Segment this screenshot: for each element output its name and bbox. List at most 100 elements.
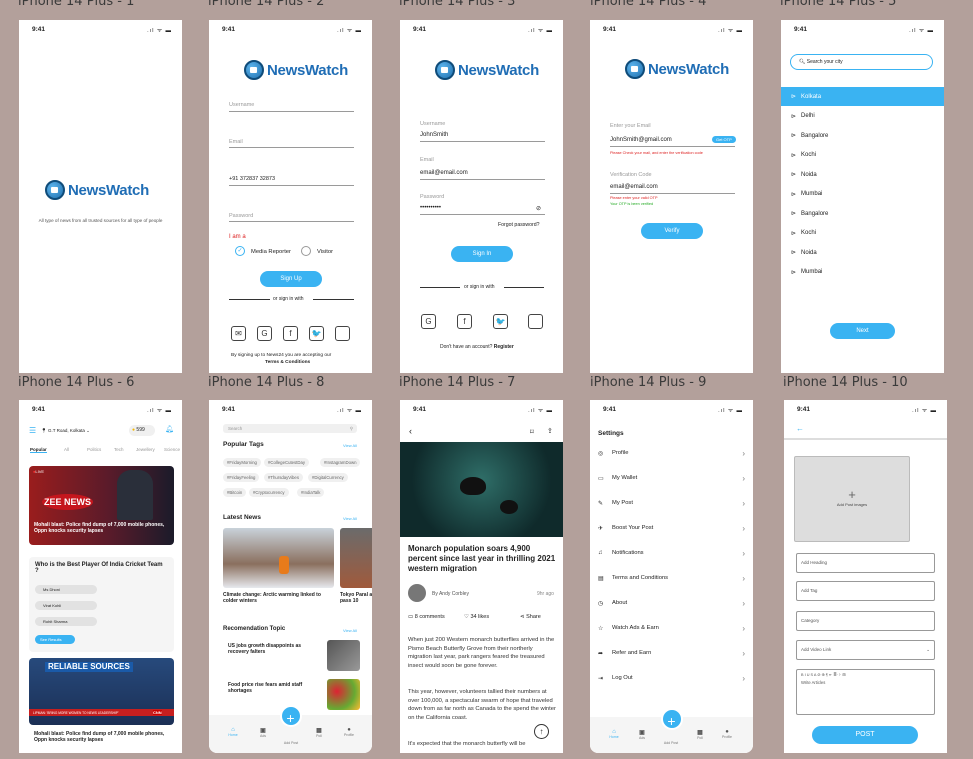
headline-card[interactable]: ●LIVE ZEE NEWS Mohali blast: Police find… — [29, 466, 174, 545]
city-search-input[interactable]: 🔍︎ Search your city — [790, 54, 933, 70]
settings-item[interactable]: ☆ Watch Ads & Earn › — [598, 622, 745, 634]
author-avatar[interactable] — [408, 584, 426, 602]
city-item[interactable]: ⊳ Kolkata — [781, 87, 944, 106]
nav-poll[interactable]: ▦ Poll — [309, 727, 329, 738]
like-button[interactable]: ♡ 34 likes — [464, 614, 489, 620]
rec-item-2-title[interactable]: Food price rise fears amid staff shortag… — [228, 682, 316, 694]
search-input[interactable]: Search ⚲ — [223, 424, 357, 433]
city-item[interactable]: ⊳ Mumbai — [781, 263, 944, 282]
nav-profile[interactable]: ● Profile — [339, 727, 359, 737]
tag-chip[interactable]: #DigitalCurrency — [308, 473, 348, 482]
tab-tech[interactable]: Tech — [114, 447, 124, 452]
apple-icon[interactable] — [335, 326, 350, 341]
city-item[interactable]: ⊳ Kochi — [781, 224, 944, 243]
back-arrow-icon[interactable]: ← — [796, 424, 804, 433]
nav-profile[interactable]: ● Profile — [717, 729, 737, 739]
code-input[interactable]: email@email.com — [610, 184, 658, 190]
latest-news-title-2[interactable]: Tokyo Paral and pass 10 — [340, 592, 372, 604]
tab-jewellery[interactable]: Jewellery — [136, 447, 155, 452]
article-author[interactable]: By Andy Corbley — [432, 591, 469, 597]
settings-item[interactable]: ▤ Terms and Conditions › — [598, 572, 745, 584]
poll-option-3[interactable]: Rohit Sharma — [35, 617, 97, 626]
tag-chip[interactable]: #Bitcoin — [223, 488, 247, 497]
phone-field[interactable]: +91 372837 32873 — [229, 176, 275, 182]
settings-item[interactable]: ✎ My Post › — [598, 497, 745, 509]
tag-chip[interactable]: #InstagramDown — [320, 458, 361, 467]
see-results-button[interactable]: See Results — [35, 635, 75, 644]
username-field[interactable]: Username — [229, 102, 254, 108]
city-item[interactable]: ⊳ Bangalore — [781, 204, 944, 223]
editor-toolbar[interactable]: B I U S A ⊘ ⊕ ¶ ≡· ≣· ⁝· ⊞ — [801, 672, 846, 677]
settings-item[interactable]: ▭ My Wallet › — [598, 472, 745, 484]
share-button[interactable]: ⋖ Share — [520, 614, 541, 620]
tab-science[interactable]: Science — [164, 447, 180, 452]
settings-item[interactable]: ♫ Notifications › — [598, 547, 745, 559]
tag-chip[interactable]: #CollegeCutestDay — [264, 458, 310, 467]
rec-item-1-title[interactable]: US jobs growth disappoints as recovery f… — [228, 643, 316, 655]
facebook-icon[interactable]: f — [457, 314, 472, 329]
poll-option-2[interactable]: Virat Kohli — [35, 601, 97, 610]
latest-news-image-1[interactable] — [223, 528, 334, 588]
settings-item[interactable]: ◎ Profile › — [598, 447, 745, 459]
tag-chip[interactable]: #ThursdayVibes — [264, 473, 303, 482]
email-field[interactable]: Email — [229, 139, 243, 145]
nav-ads[interactable]: ▣ Ads — [632, 729, 652, 740]
view-all-latest-link[interactable]: View All — [343, 516, 357, 521]
apple-icon[interactable] — [528, 314, 543, 329]
article-editor[interactable]: B I U S A ⊘ ⊕ ¶ ≡· ≣· ⁝· ⊞ Write Article… — [796, 669, 935, 715]
bookmark-icon[interactable]: ⌑ — [530, 428, 534, 436]
headline-2-text[interactable]: Mohali blast: Police find dump of 7,000 … — [34, 731, 174, 743]
settings-item[interactable]: ➦ Refer and Earn › — [598, 647, 745, 659]
settings-item[interactable]: ✈ Boost Your Post › — [598, 522, 745, 534]
twitter-icon[interactable]: 🐦 — [493, 314, 508, 329]
city-item[interactable]: ⊳ Delhi — [781, 107, 944, 126]
tag-chip[interactable]: #FridayFeeling — [223, 473, 260, 482]
settings-item[interactable]: ◷ About › — [598, 597, 745, 609]
view-all-rec-link[interactable]: View All — [343, 628, 357, 633]
category-input[interactable]: Category — [796, 611, 935, 631]
tag-chip[interactable]: #Cryptocurrency — [249, 488, 289, 497]
location[interactable]: 📍︎ G.T Road, Kolkata ⌄ — [41, 428, 90, 434]
google-icon[interactable]: G — [421, 314, 436, 329]
share-icon[interactable]: ⇪ — [547, 427, 553, 435]
add-post-fab[interactable]: + — [279, 705, 302, 727]
twitter-icon[interactable]: 🐦 — [309, 326, 324, 341]
tab-politics[interactable]: Politics — [87, 447, 101, 452]
next-button[interactable]: Next — [830, 323, 895, 339]
city-item[interactable]: ⊳ Bangalore — [781, 126, 944, 145]
add-images-box[interactable]: + Add Post images — [794, 456, 910, 542]
signin-button[interactable]: Sign In — [451, 246, 513, 262]
city-item[interactable]: ⊳ Mumbai — [781, 185, 944, 204]
facebook-icon[interactable]: f — [283, 326, 298, 341]
get-otp-button[interactable]: Get OTP — [712, 136, 736, 143]
nav-ads[interactable]: ▣ Ads — [253, 727, 273, 738]
bell-icon[interactable]: 🔔︎ — [165, 425, 174, 433]
settings-item[interactable]: ⇥ Log Out › — [598, 672, 745, 684]
tab-popular[interactable]: Popular — [30, 447, 47, 453]
eye-off-icon[interactable]: ⊘ — [536, 205, 541, 212]
signup-button[interactable]: Sign Up — [260, 271, 322, 287]
forgot-password-link[interactable]: Forgot password? — [498, 222, 540, 228]
tag-chip[interactable]: #IndiaTalk — [297, 488, 325, 497]
comments-button[interactable]: ▭ 8 comments — [408, 614, 445, 620]
city-item[interactable]: ⊳ Kochi — [781, 146, 944, 165]
nav-home[interactable]: ⌂ Home — [223, 727, 243, 737]
verify-button[interactable]: Verify — [641, 223, 703, 239]
latest-news-title-1[interactable]: Climate change: Arctic warming linked to… — [223, 592, 333, 604]
video-link-input[interactable]: Add Video Link ⌄ — [796, 640, 935, 660]
city-item[interactable]: ⊳ Noida — [781, 243, 944, 262]
coins-badge[interactable]: ● 599 — [129, 425, 155, 436]
nav-poll[interactable]: ▦ Poll — [690, 729, 710, 740]
poll-option-1[interactable]: Ms Dhoni — [35, 585, 97, 594]
terms-link[interactable]: Terms & Conditions — [265, 360, 310, 365]
view-all-tags-link[interactable]: View All — [343, 443, 357, 448]
google-icon[interactable]: G — [257, 326, 272, 341]
latest-news-image-2[interactable] — [340, 528, 372, 588]
password-field[interactable]: Password — [229, 213, 253, 219]
mail-icon[interactable]: ✉ — [231, 326, 246, 341]
menu-icon[interactable]: ☰ — [29, 426, 36, 435]
back-icon[interactable]: ‹ — [409, 426, 412, 436]
add-post-fab[interactable]: + — [660, 708, 683, 730]
username-input[interactable]: JohnSmith — [420, 132, 448, 138]
email-input[interactable]: email@email.com — [420, 170, 468, 176]
